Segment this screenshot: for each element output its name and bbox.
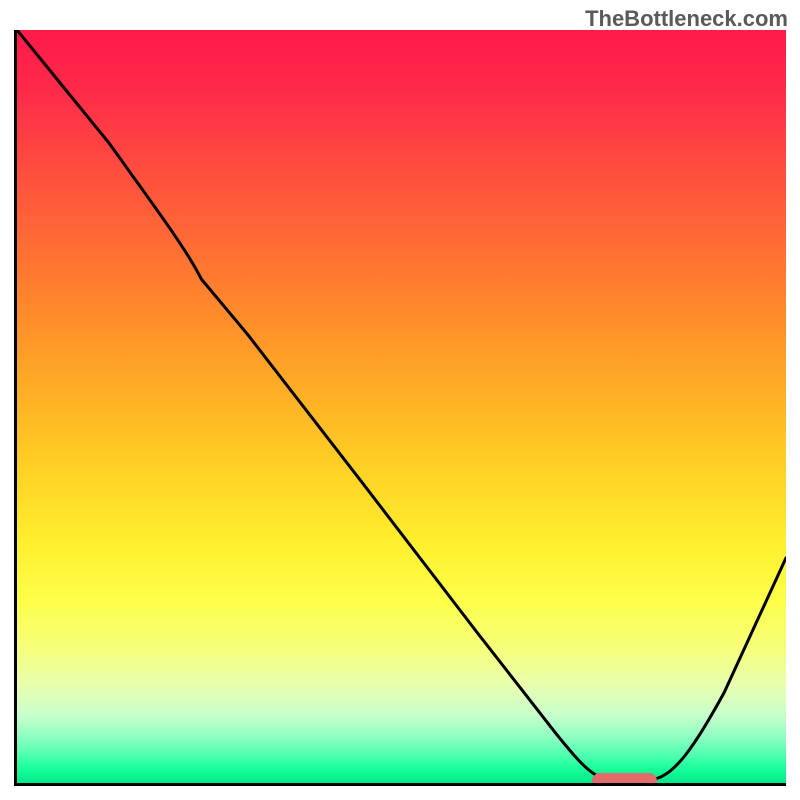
watermark-text: TheBottleneck.com bbox=[585, 6, 788, 32]
optimal-range-marker bbox=[592, 773, 657, 786]
bottleneck-curve-line bbox=[17, 30, 786, 783]
chart-plot-area bbox=[14, 30, 786, 786]
curve-path bbox=[17, 30, 786, 781]
